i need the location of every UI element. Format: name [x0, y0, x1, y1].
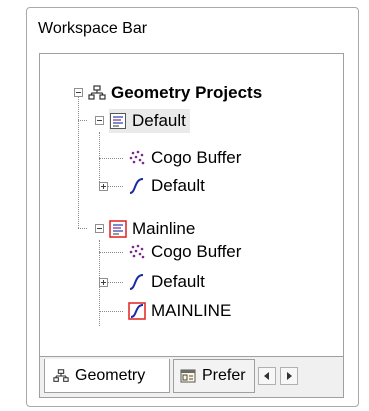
tree-node-alignment-default[interactable]: Default: [128, 270, 205, 294]
tree-connector: [99, 311, 123, 312]
alignment-active-icon: [128, 302, 146, 320]
tree-node-cogo-buffer[interactable]: Cogo Buffer: [128, 240, 241, 264]
triangle-left-icon: [264, 372, 269, 380]
tree-connector: [99, 132, 100, 186]
preferences-icon: [180, 368, 196, 384]
tree-node-project-default[interactable]: Default: [109, 109, 190, 133]
tree-connector: [99, 252, 123, 253]
project-active-icon: [109, 220, 127, 238]
workspace-bar-panel: Workspace Bar Geometry Projects Default …: [26, 7, 359, 407]
tree-view: Geometry Projects Default Cogo Buffer De…: [39, 53, 344, 398]
tree-connector: [78, 97, 79, 228]
project-collapse-toggle[interactable]: [95, 224, 104, 233]
points-icon: [128, 243, 146, 261]
tree-node-geometry-projects[interactable]: Geometry Projects: [88, 81, 262, 105]
tree-node-alignment-mainline[interactable]: MAINLINE: [128, 299, 231, 323]
triangle-right-icon: [287, 372, 292, 380]
tree-node-label: Default: [132, 111, 186, 130]
tree-node-alignment-default[interactable]: Default: [128, 174, 205, 198]
hierarchy-icon: [53, 368, 69, 384]
tree-connector: [78, 228, 87, 229]
tree-node-label: Geometry Projects: [111, 83, 263, 102]
tree-node-label: Default: [151, 272, 205, 291]
tab-scroll-left-button[interactable]: [258, 367, 276, 385]
tree-node-label: Mainline: [132, 219, 196, 238]
alignment-expand-toggle[interactable]: [99, 182, 108, 191]
tree-node-label: Cogo Buffer: [151, 148, 242, 167]
alignment-expand-toggle[interactable]: [99, 278, 108, 287]
root-collapse-toggle[interactable]: [74, 88, 83, 97]
project-icon: [109, 112, 127, 130]
tree-connector: [99, 158, 123, 159]
tree-node-label: MAINLINE: [151, 301, 232, 320]
tree-node-cogo-buffer[interactable]: Cogo Buffer: [128, 146, 241, 170]
hierarchy-icon: [88, 84, 106, 102]
tab-preferences[interactable]: Prefer: [173, 359, 255, 393]
tree-node-label: Default: [151, 176, 205, 195]
tab-label: Prefer: [202, 367, 246, 384]
tree-node-project-mainline[interactable]: Mainline: [109, 217, 195, 241]
project-collapse-toggle[interactable]: [95, 116, 104, 125]
tree: Geometry Projects Default Cogo Buffer De…: [40, 54, 343, 344]
tree-node-label: Cogo Buffer: [151, 242, 242, 261]
tab-geometry[interactable]: Geometry: [44, 359, 170, 393]
alignment-icon: [128, 177, 146, 195]
tree-connector: [78, 120, 87, 121]
points-icon: [128, 149, 146, 167]
tab-strip: Geometry Prefer: [40, 356, 343, 397]
tab-label: Geometry: [75, 366, 146, 384]
panel-title: Workspace Bar: [38, 20, 148, 37]
tab-scroll-right-button[interactable]: [280, 367, 298, 385]
alignment-icon: [128, 273, 146, 291]
